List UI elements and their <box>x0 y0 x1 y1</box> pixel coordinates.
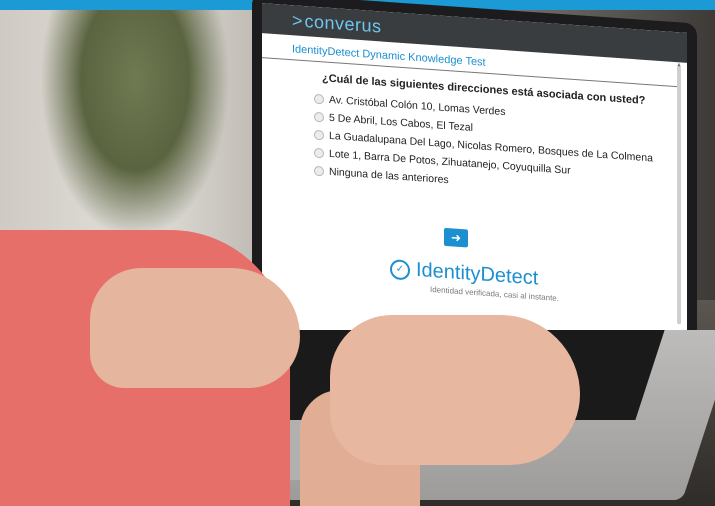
radio-button[interactable] <box>314 93 324 105</box>
brand-logo: ✓ IdentityDetect <box>390 257 538 290</box>
laptop-screen: > converus IdentityDetect Dynamic Knowle… <box>262 3 687 363</box>
arrow-right-icon: ➜ <box>450 230 462 246</box>
right-hand <box>330 315 580 465</box>
logo-caret-icon: > <box>292 9 303 31</box>
left-hand <box>90 268 300 388</box>
next-button[interactable]: ➜ <box>444 227 468 248</box>
radio-button[interactable] <box>314 129 324 141</box>
scrollbar[interactable] <box>677 66 681 325</box>
radio-button[interactable] <box>314 111 324 123</box>
plant-decoration <box>40 10 230 240</box>
checkmark-icon: ✓ <box>390 258 410 280</box>
app-logo: converus <box>304 10 382 37</box>
radio-button[interactable] <box>314 165 324 177</box>
scroll-up-icon[interactable]: ▲ <box>676 62 682 68</box>
brand-tagline: Identidad verificada, casi al instante. <box>430 284 559 303</box>
radio-button[interactable] <box>314 147 324 159</box>
